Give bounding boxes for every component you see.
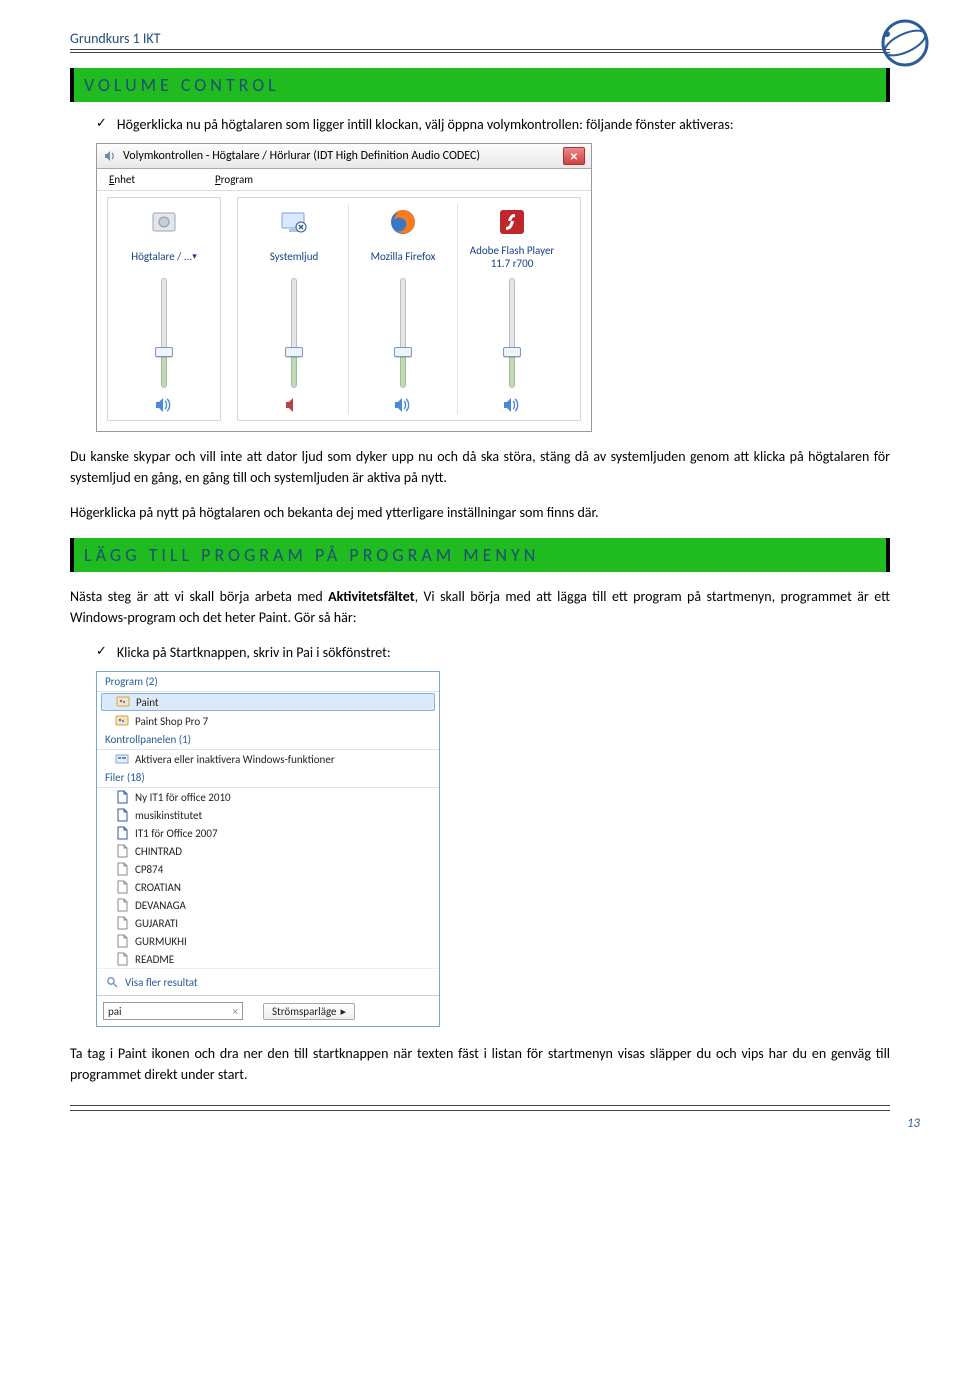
instruction-text: Klicka på Startknappen, skriv in Pai i s… (117, 642, 890, 663)
mute-button[interactable] (154, 396, 174, 414)
menu-device[interactable]: Enhet (109, 173, 135, 186)
show-more-results[interactable]: Visa fler resultat (97, 968, 439, 995)
speaker-icon (103, 149, 117, 163)
file-icon (115, 808, 129, 822)
check-icon: ✓ (96, 114, 107, 134)
body-paragraph: Nästa steg är att vi skall börja arbeta … (70, 586, 890, 628)
volume-slider[interactable] (161, 278, 167, 388)
mute-button[interactable] (393, 396, 413, 414)
mixer-column: Högtalare / ... (112, 204, 216, 414)
volume-slider[interactable] (400, 278, 406, 388)
footer-rule (70, 1105, 890, 1106)
mixer-column: Systemljud (242, 204, 346, 414)
search-result-item[interactable]: DEVANAGA (97, 896, 439, 914)
volume-mixer-window: Volymkontrollen - Högtalare / Hörlurar (… (96, 143, 592, 432)
mixer-label: Systemljud (270, 244, 319, 270)
file-icon (115, 790, 129, 804)
search-result-item[interactable]: CHINTRAD (97, 842, 439, 860)
search-result-item[interactable]: musikinstitutet (97, 806, 439, 824)
mixer-column: Adobe Flash Player 11.7 r700 (460, 204, 564, 414)
logo-globe-icon (880, 18, 930, 72)
search-input[interactable]: pai × (103, 1002, 243, 1020)
program-icon (115, 714, 129, 728)
settings-icon (115, 752, 129, 766)
app-icon (494, 204, 530, 240)
search-result-item[interactable]: Aktivera eller inaktivera Windows-funkti… (97, 750, 439, 768)
close-button[interactable]: ✕ (563, 147, 585, 165)
search-result-item[interactable]: Paint Shop Pro 7 (97, 712, 439, 730)
mixer-label[interactable]: Högtalare / ... (131, 244, 197, 270)
body-paragraph: Du kanske skypar och vill inte att dator… (70, 446, 890, 488)
start-menu-window: Program (2) PaintPaint Shop Pro 7 Kontro… (96, 671, 440, 1027)
file-icon (115, 934, 129, 948)
shutdown-button[interactable]: Strömsparläge▸ (263, 1003, 355, 1020)
result-category: Filer (18) (97, 768, 439, 788)
mute-button[interactable] (284, 396, 304, 414)
search-result-item[interactable]: IT1 för Office 2007 (97, 824, 439, 842)
file-icon (115, 916, 129, 930)
section-heading-volume-control: VOLUME CONTROL (70, 68, 890, 102)
section-heading-add-program: LÄGG TILL PROGRAM PÅ PROGRAM MENYN (70, 538, 890, 572)
search-result-item[interactable]: GURMUKHI (97, 932, 439, 950)
clear-icon[interactable]: × (233, 1005, 238, 1018)
menu-bar: Enhet Program (97, 169, 591, 191)
app-icon (276, 204, 312, 240)
header-course-title: Grundkurs 1 IKT (70, 30, 161, 47)
program-icon (116, 695, 130, 709)
search-result-item[interactable]: CROATIAN (97, 878, 439, 896)
search-result-item[interactable]: README (97, 950, 439, 968)
instruction-text: Högerklicka nu på högtalaren som ligger … (117, 114, 890, 135)
mute-button[interactable] (502, 396, 522, 414)
body-paragraph: Ta tag i Paint ikonen och dra ner den ti… (70, 1043, 890, 1085)
search-result-item[interactable]: GUJARATI (97, 914, 439, 932)
volume-slider[interactable] (291, 278, 297, 388)
file-icon (115, 952, 129, 966)
file-icon (115, 898, 129, 912)
check-icon: ✓ (96, 642, 107, 662)
page-number: 13 (907, 1116, 920, 1131)
search-result-item[interactable]: Ny IT1 för office 2010 (97, 788, 439, 806)
file-icon (115, 862, 129, 876)
search-result-item[interactable]: Paint (101, 693, 435, 711)
mixer-column: Mozilla Firefox (351, 204, 455, 414)
window-title-text: Volymkontrollen - Högtalare / Hörlurar (… (123, 149, 480, 163)
file-icon (115, 844, 129, 858)
mixer-label: Mozilla Firefox (371, 244, 436, 270)
chevron-right-icon: ▸ (341, 1005, 347, 1018)
app-icon (385, 204, 421, 240)
mixer-label: Adobe Flash Player 11.7 r700 (460, 244, 564, 270)
body-paragraph: Högerklicka på nytt på högtalaren och be… (70, 502, 890, 523)
volume-slider[interactable] (509, 278, 515, 388)
result-category: Program (2) (97, 672, 439, 692)
header-rule (70, 49, 890, 50)
search-result-item[interactable]: CP874 (97, 860, 439, 878)
search-icon (105, 975, 119, 989)
menu-program[interactable]: Program (215, 173, 253, 186)
file-icon (115, 826, 129, 840)
app-icon (146, 204, 182, 240)
window-title-bar: Volymkontrollen - Högtalare / Hörlurar (… (97, 144, 591, 169)
result-category: Kontrollpanelen (1) (97, 730, 439, 750)
file-icon (115, 880, 129, 894)
header-rule (70, 52, 890, 53)
footer-rule (70, 1110, 890, 1111)
